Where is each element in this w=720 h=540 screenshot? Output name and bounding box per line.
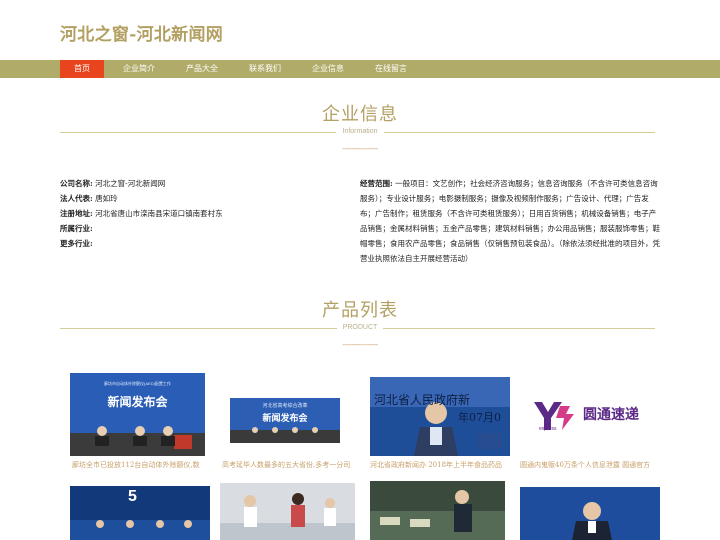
image-subtext: express (539, 426, 557, 432)
field-company-name: 公司名称: 河北之窗-河北新闻网 (60, 176, 330, 191)
business-scope: 经营范围: 一般项目：文艺创作；社会经济咨询服务；信息咨询服务（不含许可类信息咨… (360, 176, 660, 266)
product-image[interactable] (520, 487, 660, 540)
nav-item-products[interactable]: 产品大全 (179, 60, 225, 78)
product-image[interactable] (370, 481, 505, 540)
field-label: 公司名称: (60, 179, 93, 188)
field-industry: 所属行业: (60, 221, 330, 236)
image-text: 新闻发布会 (262, 414, 308, 424)
product-caption[interactable]: 圆通内鬼贩40万条个人信息泄露 圆通官方 (520, 460, 660, 470)
product-card[interactable]: 河北省人民政府新 年07月0 河北省政府新闻办 2018年上半年食品药品 (370, 377, 515, 470)
product-caption[interactable]: 河北省政府新闻办 2018年上半年食品药品 (370, 460, 515, 470)
scope-value: 一般项目：文艺创作；社会经济咨询服务；信息咨询服务（不含许可类信息咨询服务）；专… (360, 179, 660, 263)
field-address: 注册地址: 河北省唐山市滦南县宋道口镇南套村东 (60, 206, 330, 221)
product-card[interactable] (220, 483, 355, 540)
scope-label: 经营范围: (360, 179, 393, 188)
field-value: 唐如玲 (95, 194, 118, 203)
company-section-title: 企业信息 (322, 104, 398, 125)
product-image[interactable]: 河北省高考综合改革 新闻发布会 (230, 398, 340, 443)
nav-item-message[interactable]: 在线留言 (368, 60, 414, 78)
product-section-title: 产品列表 (322, 300, 398, 321)
main-nav: 首页 企业简介 产品大全 联系我们 企业信息 在线留言 (0, 60, 720, 78)
product-card[interactable]: 廊坊市自动体外除颤仪(AED)配置工作 新闻发布会 廊坊全市已投放112台自动体… (70, 373, 207, 470)
product-card[interactable]: 河北省高考综合改革 新闻发布会 高考延毕人数最多的五大省份,多考一分司 (222, 398, 350, 469)
company-fields: 公司名称: 河北之窗-河北新闻网 法人代表: 唐如玲 注册地址: 河北省唐山市滦… (60, 176, 330, 251)
product-image[interactable]: express 圆通速递 (528, 390, 653, 440)
product-image[interactable]: 河北省人民政府新 年07月0 (370, 377, 510, 456)
field-value: 河北之窗-河北新闻网 (95, 179, 166, 188)
product-card[interactable] (520, 487, 660, 540)
nav-item-company-info[interactable]: 企业信息 (305, 60, 351, 78)
product-caption[interactable]: 高考延毕人数最多的五大省份,多考一分司 (222, 460, 350, 470)
field-label: 注册地址: (60, 209, 93, 218)
site-title[interactable]: 河北之窗-河北新闻网 (60, 20, 223, 45)
product-section-subtitle: PRODUCT (0, 324, 720, 331)
field-label: 更多行业: (60, 239, 93, 248)
field-label: 所属行业: (60, 224, 93, 233)
nav-item-contact[interactable]: 联系我们 (242, 60, 288, 78)
nav-item-company-intro[interactable]: 企业简介 (116, 60, 162, 78)
field-legal-rep: 法人代表: 唐如玲 (60, 191, 330, 206)
field-more-industry: 更多行业: (60, 236, 330, 251)
image-text: 新闻发布会 (107, 395, 168, 409)
field-value: 河北省唐山市滦南县宋道口镇南套村东 (95, 209, 223, 218)
product-card[interactable]: 5 (70, 486, 210, 540)
image-text: 圆通速递 (583, 407, 639, 423)
product-card[interactable] (370, 481, 505, 540)
product-caption[interactable]: 廊坊全市已投放112台自动体外除颤仪,数 (72, 460, 207, 470)
image-text: 5 (128, 488, 137, 505)
nav-item-home[interactable]: 首页 (60, 60, 104, 78)
section-dash: ---------------- (342, 144, 378, 153)
product-image[interactable]: 廊坊市自动体外除颤仪(AED)配置工作 新闻发布会 (70, 373, 205, 456)
company-section-subtitle: Information (0, 128, 720, 135)
image-subtext: 河北省高考综合改革 (262, 403, 308, 409)
product-card[interactable]: express 圆通速递 圆通内鬼贩40万条个人信息泄露 圆通官方 (520, 385, 660, 470)
image-subtext: 年07月0 (458, 411, 501, 424)
field-label: 法人代表: (60, 194, 93, 203)
image-subtext: 廊坊市自动体外除颤仪(AED)配置工作 (104, 381, 171, 386)
product-image[interactable]: 5 (70, 486, 210, 540)
product-image[interactable] (220, 483, 355, 540)
image-text: 河北省人民政府新 (374, 393, 471, 407)
section-dash: ---------------- (342, 340, 378, 349)
